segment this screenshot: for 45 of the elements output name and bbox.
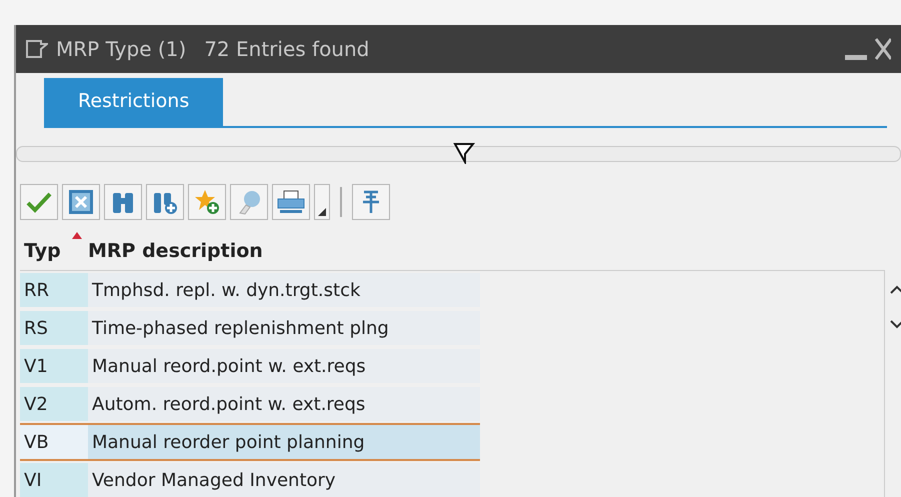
- column-header[interactable]: MRP description: [84, 231, 267, 266]
- table-cell: VB: [20, 425, 88, 459]
- table-row[interactable]: VB Manual reorder point planning: [20, 423, 480, 461]
- close-icon: [68, 189, 94, 215]
- table-cell: Manual reord.point w. ext.reqs: [88, 349, 480, 383]
- star-plus-icon: [194, 189, 220, 215]
- printer-icon: [276, 189, 306, 215]
- dropdown-button[interactable]: [314, 184, 330, 220]
- scroll-bar[interactable]: [16, 146, 901, 162]
- binoculars-button[interactable]: [104, 184, 142, 220]
- close-icon[interactable]: [875, 38, 891, 60]
- tab[interactable]: Restrictions: [44, 78, 224, 126]
- table-cell: Time-phased replenishment plng: [88, 311, 480, 345]
- table-cell: Autom. reord.point w. ext.reqs: [88, 387, 480, 421]
- table-row[interactable]: V1 Manual reord.point w. ext.reqs: [20, 347, 480, 385]
- filter-icon[interactable]: [453, 142, 475, 164]
- table-cell: V2: [20, 387, 88, 421]
- scroll-up-icon[interactable]: [890, 285, 901, 295]
- table-row[interactable]: RR Tmphsd. repl. w. dyn.trgt.stck: [20, 271, 480, 309]
- minimize-icon[interactable]: [845, 55, 867, 61]
- table-cell: Manual reorder point planning: [88, 425, 480, 459]
- scroll-down-icon[interactable]: [890, 319, 901, 329]
- table-cell: Tmphsd. repl. w. dyn.trgt.stck: [88, 273, 480, 307]
- table-cell: RR: [20, 273, 88, 307]
- table-cell: VI: [20, 463, 88, 497]
- sort-icon: [72, 232, 82, 239]
- table-row[interactable]: VI Vendor Managed Inventory: [20, 461, 480, 497]
- table-row[interactable]: V2 Autom. reord.point w. ext.reqs: [20, 385, 480, 423]
- pin-button[interactable]: [352, 184, 390, 220]
- entries-count: 72 Entries found: [204, 37, 370, 61]
- table-cell: RS: [20, 311, 88, 345]
- window-icon: [26, 40, 48, 58]
- printer-button[interactable]: [272, 184, 310, 220]
- checkmark-icon: [26, 191, 52, 213]
- binoculars-plus-button[interactable]: [146, 184, 184, 220]
- checkmark-button[interactable]: [20, 184, 58, 220]
- window-title: MRP Type (1): [56, 37, 186, 61]
- column-header[interactable]: Typ: [20, 231, 84, 266]
- star-plus-button[interactable]: [188, 184, 226, 220]
- table-row[interactable]: RS Time-phased replenishment plng: [20, 309, 480, 347]
- table-cell: Vendor Managed Inventory: [88, 463, 480, 497]
- caret-icon: [318, 208, 326, 216]
- help-icon: [236, 189, 262, 215]
- table-cell: V1: [20, 349, 88, 383]
- cancel-button[interactable]: [62, 184, 100, 220]
